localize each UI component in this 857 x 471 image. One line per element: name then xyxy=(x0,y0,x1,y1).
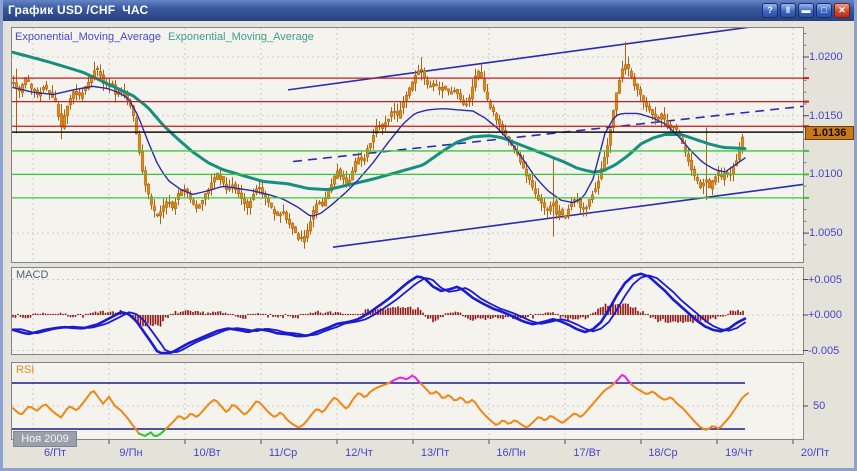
window-buttons: ?‖▬□✕ xyxy=(762,3,850,18)
macd-label: MACD xyxy=(16,269,48,281)
title-bar[interactable]: График USD /CHF ЧАС ?‖▬□✕ xyxy=(0,0,857,21)
macd-canvas[interactable] xyxy=(12,268,803,354)
chart-window: График USD /CHF ЧАС ?‖▬□✕ Exponential_Mo… xyxy=(0,0,857,471)
price-chart-panel[interactable] xyxy=(11,27,804,263)
date-label: 10/Вт xyxy=(179,447,235,459)
window-title: График USD /CHF ЧАС xyxy=(8,3,148,17)
time-axis-ticks xyxy=(11,440,804,447)
date-label: 6/Пт xyxy=(27,447,83,459)
indicator-legend: Exponential_Moving_Average Exponential_Mo… xyxy=(15,31,321,43)
help-button[interactable]: ? xyxy=(762,3,778,18)
pause-button[interactable]: ‖ xyxy=(780,3,796,18)
macd-tick-label: +0.005 xyxy=(808,274,842,287)
rsi-panel[interactable] xyxy=(11,362,804,440)
price-tick-label: 1.0200 xyxy=(809,51,843,64)
date-label: 13/Пт xyxy=(407,447,463,459)
price-tick-label: 1.0150 xyxy=(809,110,843,123)
date-label: 19/Чт xyxy=(711,447,767,459)
current-price-badge: 1.0136 xyxy=(805,126,854,140)
date-label: 9/Пн xyxy=(103,447,159,459)
month-label: Ноя 2009 xyxy=(13,431,77,447)
rsi-tick-label: 50 xyxy=(813,400,825,413)
date-label: 16/Пн xyxy=(483,447,539,459)
macd-tick-label: +0.000 xyxy=(808,309,842,322)
rsi-canvas[interactable] xyxy=(12,363,803,439)
legend-item-ema-1: Exponential_Moving_Average xyxy=(15,31,161,43)
legend-item-ema-2: Exponential_Moving_Average xyxy=(168,31,314,43)
price-tick-label: 1.0100 xyxy=(809,168,843,181)
maximize-button[interactable]: □ xyxy=(816,3,832,18)
minimize-button[interactable]: ▬ xyxy=(798,3,814,18)
close-button[interactable]: ✕ xyxy=(834,3,850,18)
date-label: 11/Ср xyxy=(255,447,311,459)
price-chart-canvas[interactable] xyxy=(12,28,803,262)
macd-tick-label: -0.005 xyxy=(808,345,839,358)
date-label: 12/Чт xyxy=(331,447,387,459)
date-label: 20/Пт xyxy=(787,447,843,459)
date-label: 17/Вт xyxy=(559,447,615,459)
price-tick-label: 1.0050 xyxy=(809,227,843,240)
rsi-label: RSI xyxy=(16,364,34,376)
date-label: 18/Ср xyxy=(635,447,691,459)
macd-panel[interactable] xyxy=(11,267,804,355)
